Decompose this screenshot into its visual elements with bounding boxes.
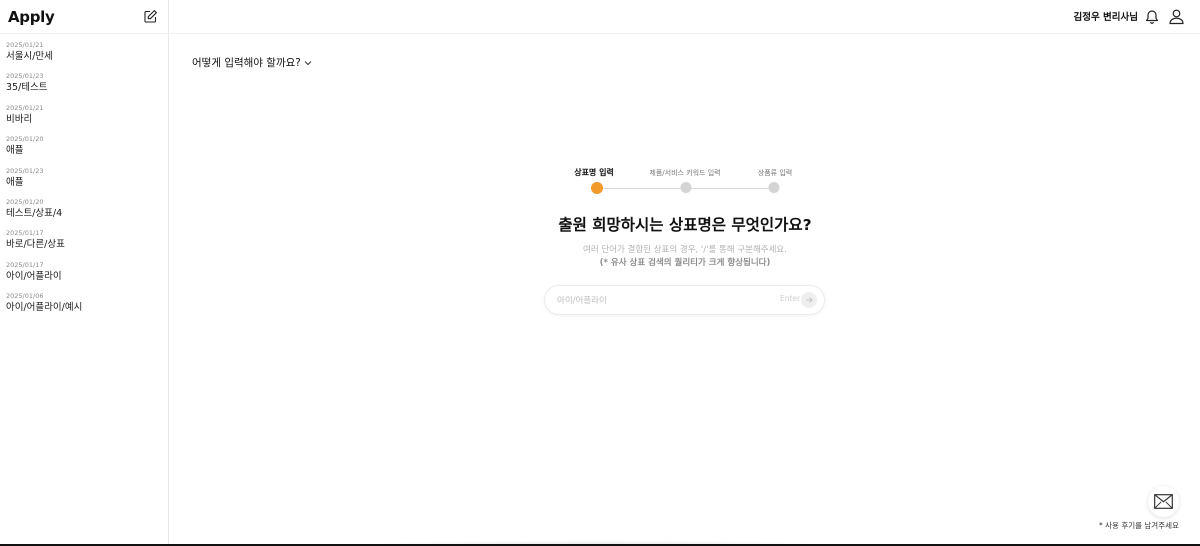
- sidebar-divider: [0, 33, 169, 34]
- history-item[interactable]: 2025/01/23 애플: [6, 167, 164, 198]
- notifications-button[interactable]: [1144, 9, 1160, 25]
- history-date: 2025/01/23: [6, 72, 44, 81]
- mail-icon: [1154, 494, 1173, 509]
- bell-icon: [1146, 10, 1158, 24]
- step-question: 출원 희망하시는 상표명은 무엇인가요?: [558, 216, 812, 234]
- history-list: 2025/01/21 서울시/만세 2025/01/23 35/테스트 2025…: [6, 41, 164, 324]
- history-title: 서울시/만세: [6, 51, 53, 62]
- history-date: 2025/01/21: [6, 41, 44, 49]
- submit-button[interactable]: [801, 292, 817, 308]
- step-label-keywords: 제품/서비스 키워드 입력: [649, 169, 721, 177]
- step-label-trademark: 상표명 입력: [574, 168, 614, 177]
- new-search-button[interactable]: [143, 9, 158, 24]
- history-title: 아이/어플라이/예시: [6, 302, 83, 314]
- sidebar: Apply 2025/01/21 서울시/만세 2025/01/23 35/테스…: [0, 0, 169, 546]
- input-guide-label: 어떻게 입력해야 할까요?: [192, 57, 301, 69]
- app-logo[interactable]: Apply: [8, 8, 55, 26]
- enter-hint: Enter: [780, 294, 801, 303]
- history-item[interactable]: 2025/01/23 35/테스트: [6, 72, 164, 103]
- header-divider: [169, 33, 1200, 34]
- step-dot: [768, 182, 780, 193]
- step-connector: [597, 187, 686, 189]
- history-title: 비바리: [6, 113, 33, 125]
- history-title: 애플: [6, 145, 24, 157]
- input-guide-toggle[interactable]: 어떻게 입력해야 할까요?: [192, 55, 312, 70]
- arrow-right-icon: [806, 297, 813, 303]
- history-title: 35/테스트: [6, 82, 48, 94]
- history-title: 애플: [6, 176, 24, 188]
- history-date: 2025/01/20: [6, 135, 44, 144]
- history-date: 2025/01/06: [6, 292, 44, 301]
- step-description: 여러 단어가 결합된 상표의 경우, '/'를 통해 구분해주세요.: [583, 245, 787, 255]
- user-name[interactable]: 김정우 변리사님: [1060, 9, 1139, 23]
- history-item[interactable]: 2025/01/06 아이/어플라이/예시: [6, 292, 164, 323]
- feedback-mail-button[interactable]: [1148, 486, 1179, 517]
- profile-button[interactable]: [1168, 8, 1185, 25]
- history-date: 2025/01/23: [6, 166, 44, 175]
- step-connector: [686, 187, 774, 189]
- step-description-note: (* 유사 상표 검색의 퀄리티가 크게 향상됩니다): [599, 258, 771, 268]
- history-date: 2025/01/20: [6, 197, 44, 206]
- step-dot: [680, 182, 692, 193]
- history-item[interactable]: 2025/01/20 애플: [6, 135, 164, 166]
- user-icon: [1169, 9, 1184, 25]
- step-dot-active: [591, 181, 603, 194]
- edit-icon: [144, 10, 157, 23]
- history-title: 아이/어플라이: [6, 270, 62, 282]
- history-item[interactable]: 2025/01/21 비바리: [6, 104, 164, 135]
- history-date: 2025/01/21: [6, 103, 44, 112]
- trademark-input-box: Enter: [544, 285, 825, 315]
- chevron-down-icon: [304, 60, 312, 65]
- step-label-class: 상품류 입력: [757, 169, 793, 177]
- trademark-input[interactable]: [557, 293, 757, 308]
- history-item[interactable]: 2025/01/21 서울시/만세: [6, 41, 164, 72]
- review-request-link[interactable]: * 사용 후기를 남겨주세요: [1099, 520, 1179, 531]
